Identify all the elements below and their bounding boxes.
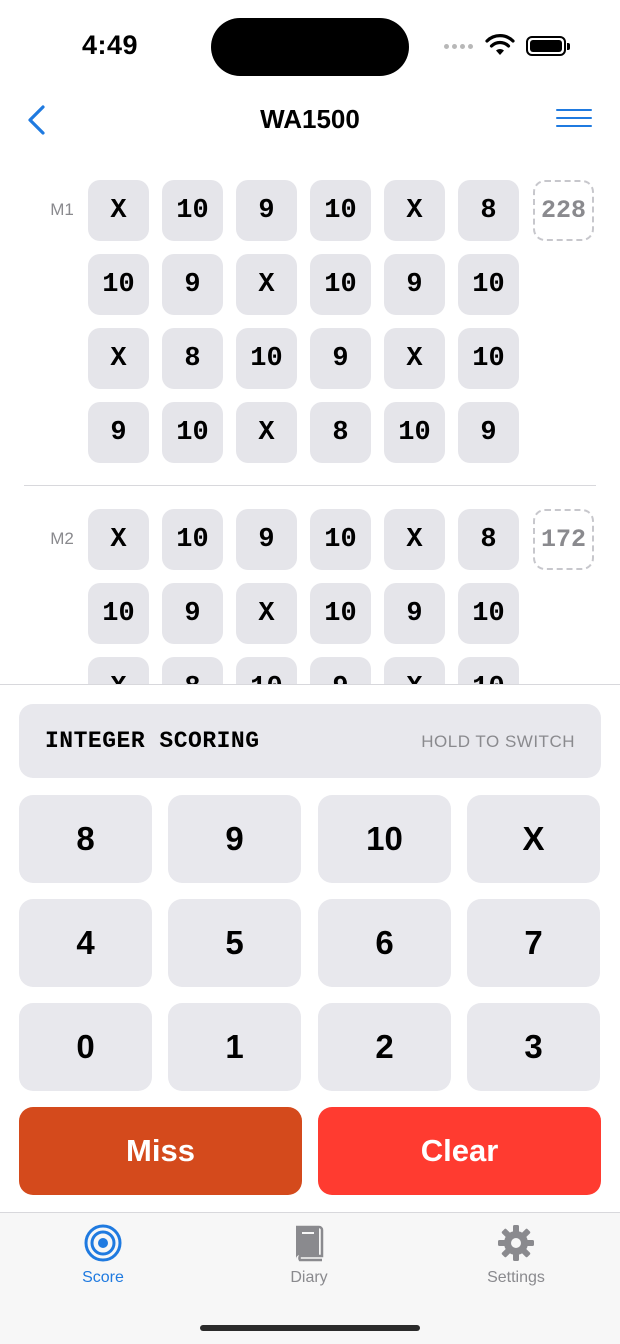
arrow-score-cell[interactable]: 10	[310, 254, 371, 315]
arrow-score-cell[interactable]: 9	[162, 254, 223, 315]
cellular-signal-icon	[444, 44, 473, 49]
arrow-score-cell[interactable]: X	[88, 180, 149, 241]
clear-button[interactable]: Clear	[318, 1107, 601, 1195]
score-key[interactable]: 3	[467, 1003, 600, 1091]
arrow-score-cell[interactable]: 10	[384, 402, 445, 463]
score-key[interactable]: 7	[467, 899, 600, 987]
status-time: 4:49	[82, 30, 139, 60]
arrow-score-cell[interactable]: X	[384, 657, 445, 684]
arrow-score-cell[interactable]: 9	[310, 328, 371, 389]
score-key[interactable]: 5	[168, 899, 301, 987]
arrow-score-cell[interactable]: 10	[162, 180, 223, 241]
match-total: 172	[533, 509, 594, 570]
arrow-score-cell[interactable]: 9	[384, 254, 445, 315]
menu-icon[interactable]	[556, 109, 592, 131]
score-key[interactable]: 1	[168, 1003, 301, 1091]
arrow-score-cell[interactable]: X	[88, 657, 149, 684]
arrow-score-cell[interactable]: 10	[458, 583, 519, 644]
tab-settings-label: Settings	[487, 1269, 545, 1286]
arrow-score-cell[interactable]: X	[384, 509, 445, 570]
score-key[interactable]: 0	[19, 1003, 152, 1091]
score-key[interactable]: 2	[318, 1003, 451, 1091]
arrow-score-cell[interactable]: 10	[236, 328, 297, 389]
dynamic-island	[211, 18, 409, 76]
score-key[interactable]: 4	[19, 899, 152, 987]
score-sheet[interactable]: M1 228 X 10 9 10 X 8 10 9 X 10 9 10 X 8 10 9 X 10 9 10 X 8 10 9 M2…	[0, 170, 620, 684]
arrow-score-cell[interactable]: X	[236, 402, 297, 463]
arrow-score-cell[interactable]: 10	[458, 657, 519, 684]
arrow-score-cell[interactable]: X	[384, 180, 445, 241]
gear-icon	[498, 1225, 534, 1261]
arrow-score-cell[interactable]: 10	[236, 657, 297, 684]
score-key[interactable]: 10	[318, 795, 451, 883]
arrow-score-cell[interactable]: 9	[236, 509, 297, 570]
arrow-score-cell[interactable]: 10	[458, 254, 519, 315]
match-label: M2	[50, 529, 74, 548]
home-indicator[interactable]	[200, 1325, 420, 1331]
scoring-keypad: INTEGER SCORING HOLD TO SWITCH Miss Clea…	[0, 684, 620, 1212]
arrow-score-cell[interactable]: 8	[162, 328, 223, 389]
wifi-icon	[485, 34, 515, 55]
arrow-score-cell[interactable]: 10	[162, 509, 223, 570]
arrow-score-cell[interactable]: X	[88, 509, 149, 570]
arrow-score-cell[interactable]: 10	[458, 328, 519, 389]
arrow-score-cell[interactable]: 8	[310, 402, 371, 463]
arrow-score-cell[interactable]: 9	[458, 402, 519, 463]
scoring-mode-label: INTEGER SCORING	[45, 728, 260, 754]
arrow-score-cell[interactable]: 10	[162, 402, 223, 463]
arrow-score-cell[interactable]: 9	[384, 583, 445, 644]
tab-score[interactable]: Score	[33, 1223, 173, 1295]
arrow-score-cell[interactable]: 8	[458, 180, 519, 241]
status-bar: 4:49	[0, 0, 620, 92]
arrow-score-cell[interactable]: X	[236, 254, 297, 315]
arrow-score-cell[interactable]: X	[236, 583, 297, 644]
arrow-score-cell[interactable]: 9	[236, 180, 297, 241]
match-separator	[24, 485, 596, 486]
tab-diary-label: Diary	[290, 1269, 328, 1286]
match-label: M1	[50, 200, 74, 219]
arrow-score-cell[interactable]: 10	[310, 180, 371, 241]
score-key[interactable]: 9	[168, 795, 301, 883]
page-title: WA1500	[260, 104, 360, 134]
arrow-score-cell[interactable]: 9	[88, 402, 149, 463]
battery-icon	[526, 36, 570, 56]
arrow-score-cell[interactable]: X	[384, 328, 445, 389]
arrow-score-cell[interactable]: 10	[310, 583, 371, 644]
tab-diary[interactable]: Diary	[239, 1223, 379, 1295]
target-icon	[84, 1224, 122, 1262]
arrow-score-cell[interactable]: 9	[310, 657, 371, 684]
score-key[interactable]: 8	[19, 795, 152, 883]
match-total: 228	[533, 180, 594, 241]
arrow-score-cell[interactable]: X	[88, 328, 149, 389]
arrow-score-cell[interactable]: 8	[458, 509, 519, 570]
scoring-mode-toggle[interactable]: INTEGER SCORING HOLD TO SWITCH	[19, 704, 601, 778]
tab-score-label: Score	[82, 1269, 124, 1286]
arrow-score-cell[interactable]: 9	[162, 583, 223, 644]
arrow-score-cell[interactable]: 10	[310, 509, 371, 570]
score-key[interactable]: 6	[318, 899, 451, 987]
tab-bar: Score Diary Settings	[0, 1212, 620, 1344]
tab-settings[interactable]: Settings	[446, 1223, 586, 1295]
miss-button[interactable]: Miss	[19, 1107, 302, 1195]
book-icon	[296, 1225, 324, 1262]
scoring-mode-hint: HOLD TO SWITCH	[421, 732, 575, 751]
arrow-score-cell[interactable]: 8	[162, 657, 223, 684]
arrow-score-cell[interactable]: 10	[88, 254, 149, 315]
score-key[interactable]: X	[467, 795, 600, 883]
arrow-score-cell[interactable]: 10	[88, 583, 149, 644]
